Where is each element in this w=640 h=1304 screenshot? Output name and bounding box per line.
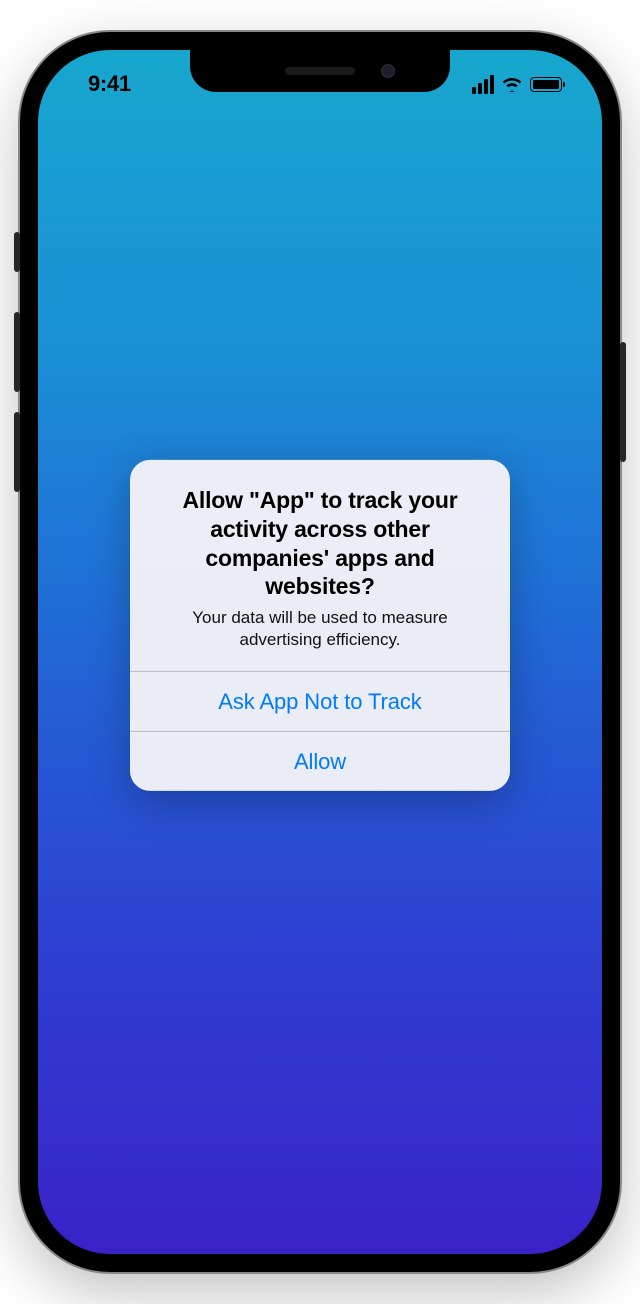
allow-button[interactable]: Allow (130, 731, 510, 791)
status-time: 9:41 (74, 71, 131, 97)
volume-down-button (14, 412, 20, 492)
alert-body: Allow "App" to track your activity acros… (130, 460, 510, 671)
power-button (620, 342, 626, 462)
tracking-permission-alert: Allow "App" to track your activity acros… (130, 460, 510, 791)
volume-up-button (14, 312, 20, 392)
battery-icon (530, 77, 562, 92)
silence-switch (14, 232, 20, 272)
alert-message: Your data will be used to measure advert… (152, 607, 488, 651)
device-frame: 9:41 Allow "App" to track your activity … (20, 32, 620, 1272)
status-bar: 9:41 (38, 50, 602, 106)
wifi-icon (501, 76, 523, 92)
ask-not-to-track-button[interactable]: Ask App Not to Track (130, 671, 510, 731)
alert-title: Allow "App" to track your activity acros… (152, 486, 488, 601)
screen: 9:41 Allow "App" to track your activity … (38, 50, 602, 1254)
status-indicators (472, 75, 566, 94)
cellular-signal-icon (472, 75, 494, 94)
